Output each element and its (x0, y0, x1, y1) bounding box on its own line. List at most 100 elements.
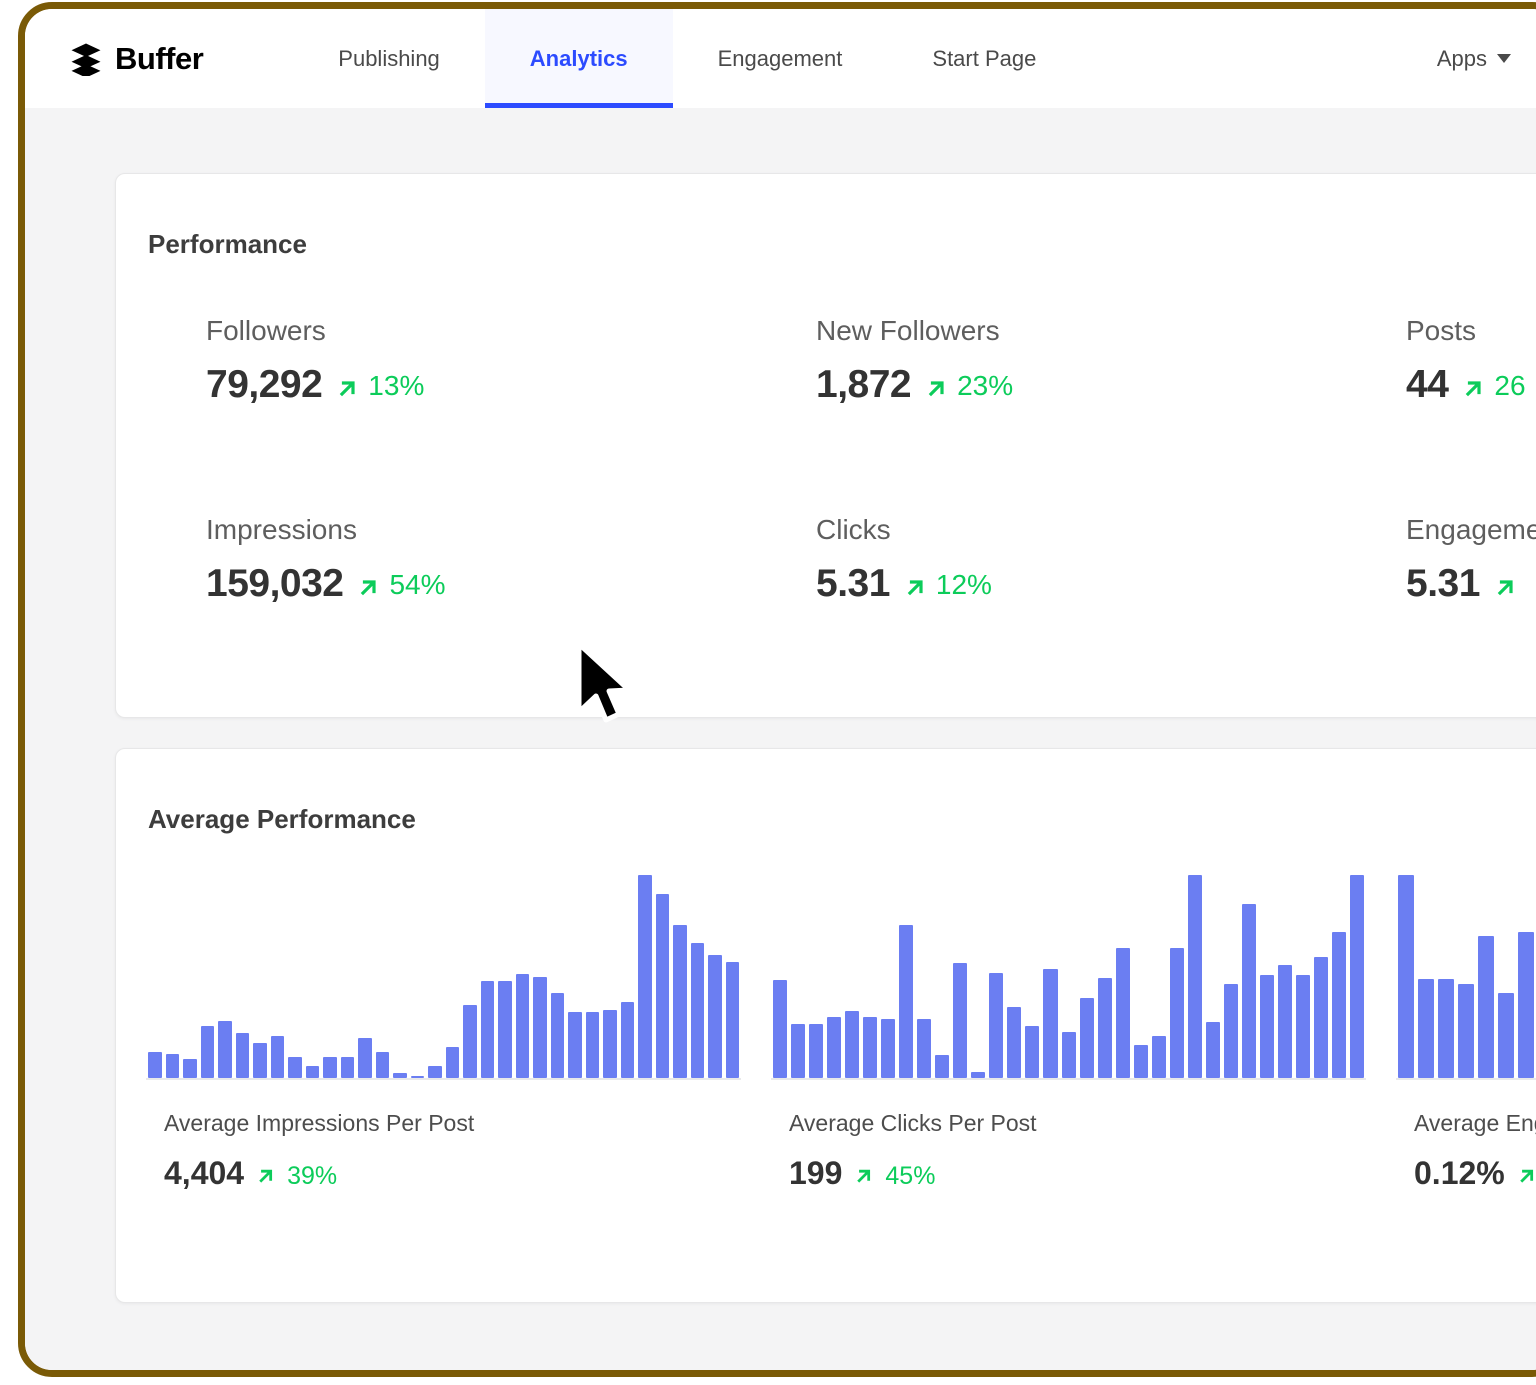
trend-up-arrow-icon (1466, 381, 1481, 397)
bar (917, 1019, 932, 1078)
bar (690, 943, 704, 1078)
metric-value: 1,872 (816, 362, 912, 406)
apps-menu-label: Apps (1436, 45, 1487, 71)
chart-value: 199 (789, 1155, 843, 1191)
metric-label: Followers (206, 315, 326, 346)
bar (1007, 1006, 1022, 1078)
metric-label: New Followers (816, 315, 1000, 346)
trend-percent: 54% (389, 568, 446, 600)
trend-up-arrow-icon (857, 1169, 871, 1183)
bar (550, 993, 564, 1078)
bar (845, 1011, 860, 1078)
bar (1277, 965, 1292, 1078)
apps-menu[interactable]: Apps (1437, 9, 1536, 108)
trend-up-arrow-icon (361, 579, 377, 595)
metric-followers: Followers 79,292 13% (206, 315, 816, 407)
trend-percent: 12% (935, 568, 992, 600)
bar (1223, 983, 1238, 1078)
window-inner: Buffer Publishing Analytics Engagement S… (25, 9, 1536, 1370)
bar (305, 1066, 319, 1078)
chart-caption: Average Clicks Per Post (789, 1110, 1037, 1136)
bar (148, 1052, 162, 1078)
bar (253, 1042, 267, 1078)
bar (1115, 948, 1130, 1078)
chart-value: 4,404 (164, 1155, 245, 1191)
page-body: Performance Followers 79,292 13% New Fol… (25, 108, 1536, 1370)
chart-figure: 199 45% (789, 1155, 1366, 1192)
tab-analytics[interactable]: Analytics (484, 9, 673, 108)
bar (480, 981, 494, 1078)
bar (953, 962, 968, 1078)
bar (1187, 875, 1202, 1078)
bar (218, 1021, 232, 1078)
metric-row: 79,292 13% (206, 363, 816, 407)
chart-figure: 4,404 39% (164, 1155, 741, 1192)
bar (971, 1071, 986, 1078)
bar (1133, 1044, 1148, 1078)
chart-block-clicks: Average Clicks Per Post 199 45% (771, 875, 1396, 1192)
metric-clicks: Clicks 5.31 12% (816, 513, 1406, 606)
bar (585, 1011, 599, 1078)
bar (1350, 875, 1365, 1078)
average-performance-charts: Average Impressions Per Post 4,404 39% A… (116, 835, 1536, 1192)
bar (773, 979, 788, 1078)
bar (620, 1002, 634, 1078)
bar (1205, 1021, 1220, 1078)
brand-name: Buffer (115, 41, 204, 76)
tab-start-page[interactable]: Start Page (887, 9, 1081, 108)
bar (935, 1054, 950, 1078)
chevron-down-icon (1497, 54, 1511, 63)
trend-up-arrow-icon (1519, 1169, 1533, 1183)
bar (809, 1023, 824, 1078)
tab-publishing[interactable]: Publishing (293, 9, 485, 108)
bar (270, 1035, 284, 1078)
bar (603, 1009, 617, 1078)
trend-up-arrow-icon (259, 1169, 273, 1183)
bar (1498, 993, 1514, 1078)
bar (235, 1033, 249, 1078)
metric-value: 5.31 (1406, 561, 1480, 605)
bar (340, 1056, 354, 1078)
bar (1398, 875, 1414, 1078)
bar (725, 962, 739, 1078)
bar (1331, 931, 1346, 1078)
metric-engagement: Engageme 5.31 (1406, 514, 1536, 606)
metric-value: 44 (1406, 362, 1449, 406)
trend-indicator: 26 (1462, 370, 1526, 402)
trend-indicator: 23% (925, 370, 1013, 402)
bar (393, 1073, 407, 1078)
bar (498, 981, 512, 1078)
metric-value: 159,032 (206, 561, 344, 605)
performance-metric-grid: Followers 79,292 13% New Followers 1,872… (116, 260, 1536, 606)
bar (899, 925, 914, 1078)
brand-logo-link[interactable]: Buffer (25, 9, 204, 108)
average-performance-card-title: Average Performance (148, 804, 416, 834)
metric-impressions: Impressions 159,032 54% (206, 513, 816, 606)
bar (200, 1026, 214, 1078)
metric-row: 5.31 (1406, 562, 1536, 606)
performance-card: Performance Followers 79,292 13% New Fol… (115, 173, 1536, 718)
trend-indicator (1494, 574, 1526, 596)
metric-label: Posts (1406, 315, 1477, 346)
chart-block-impressions: Average Impressions Per Post 4,404 39% (146, 875, 771, 1192)
bar (827, 1017, 842, 1078)
bar (1079, 998, 1094, 1078)
bar-chart-average-impressions (146, 875, 741, 1080)
metric-row: 44 26 (1406, 363, 1536, 407)
bar (1259, 975, 1274, 1078)
bar (989, 973, 1004, 1078)
metric-posts: Posts 44 26 (1406, 315, 1536, 407)
chart-value: 0.12% (1414, 1155, 1505, 1191)
tab-engagement[interactable]: Engagement (673, 9, 888, 108)
nav-tabs: Publishing Analytics Engagement Start Pa… (293, 9, 1081, 108)
bar (638, 875, 652, 1078)
bar (358, 1037, 372, 1078)
bar (323, 1056, 337, 1078)
bar (1169, 948, 1184, 1078)
metric-value: 79,292 (206, 362, 323, 406)
bar (568, 1011, 582, 1078)
trend-up-arrow-icon (1497, 579, 1513, 595)
bar (288, 1056, 302, 1078)
metric-label: Impressions (206, 513, 357, 545)
metric-label: Clicks (816, 513, 891, 545)
